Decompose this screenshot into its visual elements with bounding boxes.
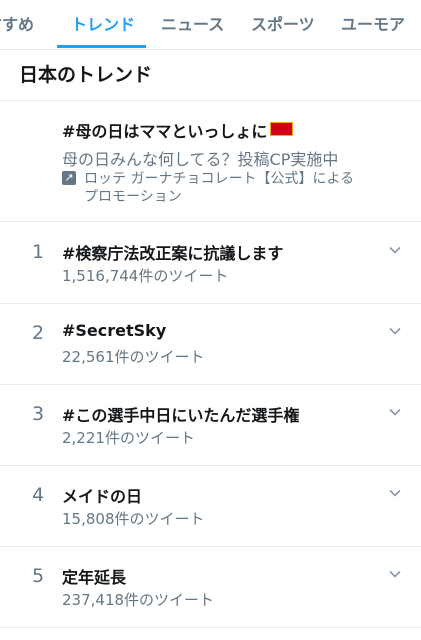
trend-rank: 3 (32, 403, 45, 425)
chevron-down-icon[interactable] (388, 486, 402, 500)
explore-tabs: すすめ トレンド ニュース スポーツ ユーモア (0, 0, 421, 50)
active-tab-indicator (57, 45, 146, 48)
trend-tweet-count: 15,808件のツイート (62, 510, 205, 528)
trend-tweet-count: 1,516,744件のツイート (62, 267, 229, 285)
promoted-by-label[interactable]: ロッテ ガーナチョコレート【公式】による (84, 168, 354, 188)
trend-rank: 5 (32, 565, 45, 587)
promo-emoji-icon (270, 122, 294, 136)
tab-recommended[interactable]: すすめ (0, 0, 34, 48)
trend-rank: 1 (32, 241, 45, 263)
divider (0, 221, 421, 222)
page-title: 日本のトレンド (19, 64, 153, 86)
trend-tweet-count: 2,221件のツイート (62, 429, 195, 447)
divider (0, 100, 421, 101)
trend-tweet-count: 22,561件のツイート (62, 348, 205, 366)
promotion-label: プロモーション (84, 189, 182, 205)
promoted-trend-title[interactable]: #母の日はママといっしょに (62, 118, 294, 142)
divider (0, 627, 421, 628)
tab-news[interactable]: ニュース (161, 0, 224, 48)
trend-rank: 4 (32, 484, 45, 506)
chevron-down-icon[interactable] (388, 324, 402, 338)
promoted-trend-title-text: #母の日はママといっしょに (62, 122, 268, 141)
trend-name[interactable]: メイドの日 (62, 483, 142, 507)
chevron-down-icon[interactable] (388, 405, 402, 419)
tab-sports[interactable]: スポーツ (251, 0, 315, 48)
trend-name[interactable]: #この選手中日にいたんだ選手権 (62, 402, 299, 426)
trend-name[interactable]: #SecretSky (62, 321, 166, 340)
chevron-down-icon[interactable] (388, 243, 402, 257)
tab-trends[interactable]: トレンド (71, 0, 135, 48)
trend-tweet-count: 237,418件のツイート (62, 591, 215, 609)
divider (0, 546, 421, 547)
tab-humor[interactable]: ユーモア (341, 0, 405, 48)
promoted-trend-description: 母の日みんな何してる？投稿CP実施中 (62, 150, 339, 169)
trend-name[interactable]: 定年延長 (62, 564, 126, 588)
chevron-down-icon[interactable] (388, 567, 402, 581)
divider (0, 465, 421, 466)
promoted-arrow-icon: ↗ (62, 171, 76, 185)
trend-rank: 2 (32, 322, 45, 344)
divider (0, 303, 421, 304)
trend-name[interactable]: #検察庁法改正案に抗議します (62, 240, 283, 264)
divider (0, 384, 421, 385)
